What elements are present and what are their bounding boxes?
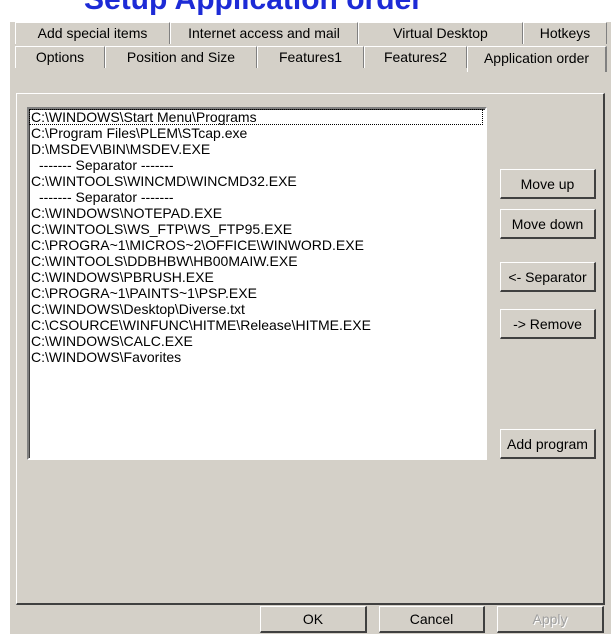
list-item[interactable]: C:\PROGRA~1\MICROS~2\OFFICE\WINWORD.EXE <box>29 237 485 253</box>
page-title: Setup Application order <box>84 0 423 17</box>
list-item[interactable]: C:\Program Files\PLEM\STcap.exe <box>29 125 485 141</box>
list-item[interactable]: C:\PROGRA~1\PAINTS~1\PSP.EXE <box>29 285 485 301</box>
tab-application-order[interactable]: Application order <box>467 46 607 72</box>
list-item-separator[interactable]: ------- Separator ------- <box>29 189 485 205</box>
move-down-button[interactable]: Move down <box>500 209 596 239</box>
add-separator-button[interactable]: <- Separator <box>500 262 596 292</box>
list-item-separator[interactable]: ------- Separator ------- <box>29 157 485 173</box>
settings-dialog: Add special items Internet access and ma… <box>10 22 611 634</box>
list-item[interactable]: C:\WINDOWS\Desktop\Diverse.txt <box>29 301 485 317</box>
tab-position-and-size[interactable]: Position and Size <box>105 46 257 68</box>
list-item[interactable]: C:\WINDOWS\PBRUSH.EXE <box>29 269 485 285</box>
ok-button[interactable]: OK <box>260 606 367 633</box>
application-order-panel: C:\WINDOWS\Start Menu\Programs C:\Progra… <box>16 93 605 605</box>
tab-features2[interactable]: Features2 <box>364 46 467 68</box>
list-item[interactable]: C:\WINDOWS\Favorites <box>29 349 485 365</box>
list-item[interactable]: C:\CSOURCE\WINFUNC\HITME\Release\HITME.E… <box>29 317 485 333</box>
tab-internet-access-and-mail[interactable]: Internet access and mail <box>170 22 358 44</box>
remove-button[interactable]: -> Remove <box>500 309 596 339</box>
list-item[interactable]: C:\WINTOOLS\WS_FTP\WS_FTP95.EXE <box>29 221 485 237</box>
tab-virtual-desktop[interactable]: Virtual Desktop <box>358 22 523 44</box>
move-up-button[interactable]: Move up <box>500 169 596 199</box>
list-item[interactable]: C:\WINTOOLS\WINCMD\WINCMD32.EXE <box>29 173 485 189</box>
list-item[interactable]: D:\MSDEV\BIN\MSDEV.EXE <box>29 141 485 157</box>
cancel-button[interactable]: Cancel <box>379 606 485 633</box>
list-item[interactable]: C:\WINDOWS\Start Menu\Programs <box>29 109 483 125</box>
list-item[interactable]: C:\WINDOWS\NOTEPAD.EXE <box>29 205 485 221</box>
tab-options[interactable]: Options <box>15 46 105 68</box>
apply-button: Apply <box>497 606 604 633</box>
tab-hotkeys[interactable]: Hotkeys <box>523 22 607 44</box>
application-list[interactable]: C:\WINDOWS\Start Menu\Programs C:\Progra… <box>27 107 487 460</box>
tab-features1[interactable]: Features1 <box>257 46 364 68</box>
list-item[interactable]: C:\WINTOOLS\DDBHBW\HB00MAIW.EXE <box>29 253 485 269</box>
list-item[interactable]: C:\WINDOWS\CALC.EXE <box>29 333 485 349</box>
tab-add-special-items[interactable]: Add special items <box>15 22 170 44</box>
add-program-button[interactable]: Add program <box>500 429 596 459</box>
